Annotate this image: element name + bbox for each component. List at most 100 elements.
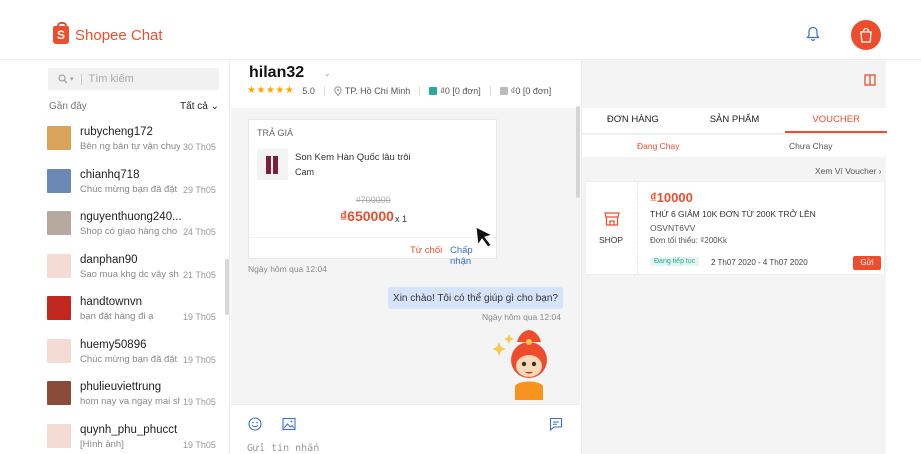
conversation-date: 24 Th05 xyxy=(183,227,216,237)
conversation-preview: Sao mua khg dc vậy sh xyxy=(80,268,179,280)
chevron-down-icon[interactable]: ⌄ xyxy=(324,69,331,78)
star-rating-icon: ★★★★★ xyxy=(247,85,295,96)
shopee-chat-logo[interactable]: S Shopee Chat xyxy=(53,22,163,44)
voucher-amount: ₫10000 xyxy=(650,190,693,205)
conversation-preview: [Hình ảnh] xyxy=(80,438,124,450)
conversation-filters: Gần đây Tất cả ⌄ xyxy=(49,101,219,112)
subtab-upcoming[interactable]: Chưa Chạy xyxy=(735,135,888,157)
mouse-cursor-icon xyxy=(475,226,494,248)
tab-orders[interactable]: ĐƠN HÀNG xyxy=(582,108,684,133)
conversation-item[interactable]: handtownvn bạn đặt hàng đi ạ 19 Th05 xyxy=(39,290,230,333)
conversation-name: chianhq718 xyxy=(80,168,140,181)
location-text: TP. Hồ Chí Minh xyxy=(344,85,411,96)
app-title: Shopee Chat xyxy=(75,26,163,44)
completed-orders-icon xyxy=(429,86,438,95)
avatar xyxy=(47,126,71,150)
conversation-item[interactable]: danphan90 Sao mua khg dc vậy sh 21 Th05 xyxy=(39,248,230,291)
conversation-date: 19 Th05 xyxy=(183,354,216,365)
chevron-down-icon: ⌄ xyxy=(210,101,219,112)
scrollbar[interactable] xyxy=(576,106,580,198)
divider xyxy=(323,85,325,96)
search-box[interactable]: ▾ Tìm kiếm xyxy=(48,68,219,90)
info-tabs: ĐƠN HÀNG SẢN PHẨM VOUCHER xyxy=(582,108,888,134)
location-pin-icon xyxy=(334,85,342,96)
rating-value: 5.0 xyxy=(302,85,315,96)
conversation-item[interactable]: rubycheng172 Bên ng bán tự vận chuyể 30 Th… xyxy=(39,120,230,163)
conversation-sidebar: ▾ Tìm kiếm Gần đây Tất cả ⌄ rubycheng172… xyxy=(39,60,230,454)
voucher-description: THỨ 6 GIẢM 10K ĐƠN TỪ 200K TRỞ LÊN xyxy=(650,209,816,219)
chevron-down-icon: ▾ xyxy=(70,76,74,83)
conversation-date: 21 Th05 xyxy=(183,269,216,280)
completed-orders-text: ₫0 [0 đơn] xyxy=(440,85,481,96)
avatar xyxy=(47,168,71,193)
shopee-bag-icon: S xyxy=(53,22,69,44)
conversation-date: 30 Th05 xyxy=(183,142,216,152)
tab-vouchers[interactable]: VOUCHER xyxy=(785,108,888,133)
bell-icon[interactable] xyxy=(806,26,820,42)
conversation-date: 19 Th05 xyxy=(183,439,216,450)
send-voucher-button[interactable]: Gửi xyxy=(853,256,881,270)
search-placeholder: Tìm kiếm xyxy=(88,73,134,85)
panel-toggle-icon[interactable] xyxy=(864,74,876,86)
buyer-meta: ★★★★★ 5.0 TP. Hồ Chí Minh ₫0 [0 đơn] ₫0 … xyxy=(247,85,551,96)
avatar xyxy=(47,381,71,405)
quantity: x 1 xyxy=(395,214,408,224)
avatar xyxy=(47,423,71,448)
quick-reply-icon[interactable] xyxy=(549,417,563,431)
conversation-preview: Bên ng bán tự vận chuyể xyxy=(80,141,180,152)
product-image[interactable] xyxy=(257,149,288,180)
voucher-subtabs: Đang Chạy Chưa Chạy xyxy=(582,135,887,157)
conversation-item[interactable]: phulieuviettrung hom nay va ngay mai sh 19… xyxy=(39,375,230,418)
message-input[interactable] xyxy=(247,441,537,454)
filter-recent-label: Gần đây xyxy=(49,101,87,112)
reject-offer-button[interactable]: Từ chối xyxy=(410,245,442,256)
info-panel: ĐƠN HÀNG SẢN PHẨM VOUCHER Đang Chạy Chưa… xyxy=(581,60,888,454)
conversation-item[interactable]: chianhq718 Chúc mừng bạn đã đặt h 29 Th05 xyxy=(39,163,230,206)
message-timestamp: Ngày hôm qua 12:04 xyxy=(482,312,561,322)
divider xyxy=(249,237,496,238)
product-name: Son Kem Hàn Quốc lâu trôi xyxy=(295,152,411,163)
conversation-preview: bạn đặt hàng đi ạ xyxy=(80,311,154,322)
subtab-running[interactable]: Đang Chạy xyxy=(582,135,735,157)
shop-avatar[interactable] xyxy=(851,20,881,50)
image-icon[interactable] xyxy=(282,417,296,431)
conversation-name: huemy50896 xyxy=(80,338,147,351)
avatar xyxy=(47,211,71,235)
top-bar: S Shopee Chat xyxy=(0,0,921,60)
voucher-dates: 2 Th07 2020 - 4 Th07 2020 xyxy=(711,258,808,267)
divider xyxy=(419,85,421,96)
conversation-name: danphan90 xyxy=(80,253,138,266)
divider xyxy=(80,73,82,85)
conversation-item[interactable]: huemy50896 Chúc mừng bạn đã đặt h 19 Th05 xyxy=(39,333,230,376)
conversation-item[interactable]: nguyenthuong240... Shop có giao hàng cho … xyxy=(39,205,230,248)
message-area: TRẢ GIÁ Son Kem Hàn Quốc lâu trôi Cam ₫7… xyxy=(231,108,580,404)
message-text: Xin chào! Tôi có thể giúp gì cho bạn? xyxy=(393,292,558,304)
conversation-name: quynh_phu_phucct xyxy=(80,423,178,436)
chat-panel: hilan32 ⌄ ★★★★★ 5.0 TP. Hồ Chí Minh ₫0 [… xyxy=(231,60,580,454)
voucher-status-badge: Đang tiếp tục xyxy=(650,257,700,266)
avatar xyxy=(47,296,71,320)
conversation-preview: Chúc mừng bạn đã đặt h xyxy=(80,183,180,195)
conversation-list: rubycheng172 Bên ng bán tự vận chuyể 30 Th… xyxy=(39,120,230,454)
message-bubble: Xin chào! Tôi có thể giúp gì cho bạn? xyxy=(388,287,563,309)
voucher-shop-stub: SHOP xyxy=(586,182,638,274)
avatar xyxy=(47,253,71,278)
message-composer xyxy=(231,404,580,454)
product-variant: Cam xyxy=(295,167,315,177)
tab-products[interactable]: SẢN PHẨM xyxy=(684,108,786,133)
conversation-date: 29 Th05 xyxy=(183,184,216,195)
conversation-preview: Shop có giao hàng cho b xyxy=(80,226,180,237)
conversation-date: 19 Th05 xyxy=(183,312,216,322)
conversation-name: rubycheng172 xyxy=(80,126,153,138)
scrollbar[interactable] xyxy=(225,259,229,315)
price-offer-card: TRẢ GIÁ Son Kem Hàn Quốc lâu trôi Cam ₫7… xyxy=(248,119,497,267)
see-voucher-wallet-link[interactable]: Xem Ví Voucher › xyxy=(815,166,882,176)
offer-title: TRẢ GIÁ xyxy=(257,128,294,138)
filter-all-dropdown[interactable]: Tất cả ⌄ xyxy=(180,101,219,112)
voucher-card: SHOP ₫10000 THỨ 6 GIẢM 10K ĐƠN TỪ 200K T… xyxy=(586,182,884,274)
voucher-code: OSVNT6VV xyxy=(650,223,696,233)
emoji-icon[interactable] xyxy=(248,417,262,431)
conversation-name: phulieuviettrung xyxy=(80,381,162,393)
avatar xyxy=(47,338,71,363)
conversation-item[interactable]: quynh_phu_phucct [Hình ảnh] 19 Th05 xyxy=(39,418,230,454)
